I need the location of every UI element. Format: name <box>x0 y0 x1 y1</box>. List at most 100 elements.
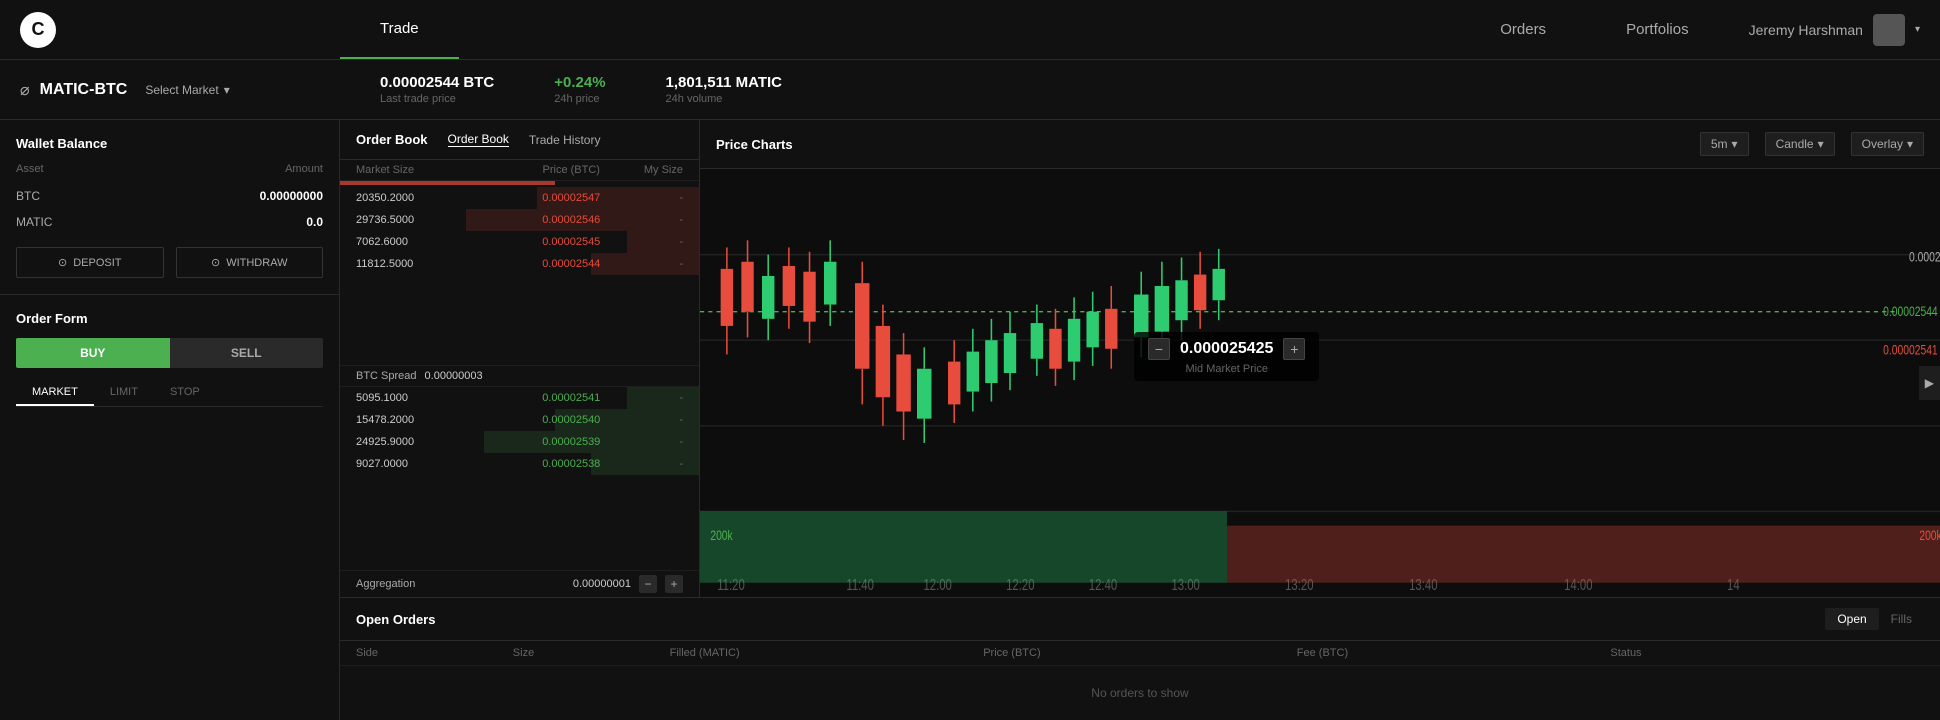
app-logo[interactable]: C <box>20 12 56 48</box>
orders-col-size: Size <box>513 647 670 659</box>
market-pair-area: ⌀ MATIC-BTC Select Market ▾ <box>20 79 360 101</box>
sell-size-3: 7062.6000 <box>356 236 500 248</box>
order-type-tabs: MARKET LIMIT STOP <box>16 380 323 407</box>
asset-header: Asset Amount <box>16 163 323 175</box>
orders-col-filled: Filled (MATIC) <box>670 647 984 659</box>
sell-my-1: - <box>643 192 683 204</box>
mid-price-label: Mid Market Price <box>1148 363 1305 375</box>
col-asset-label: Asset <box>16 163 44 175</box>
trade-history-tab[interactable]: Trade History <box>529 133 601 147</box>
buy-row-2[interactable]: 15478.2000 0.00002540 - <box>340 409 699 431</box>
order-book-panel: Order Book Order Book Trade History Mark… <box>340 120 700 597</box>
buy-size-3: 24925.9000 <box>356 436 500 448</box>
nav-trade[interactable]: Trade <box>340 0 459 59</box>
last-trade-label: Last trade price <box>380 93 494 105</box>
wallet-actions: ⊙ DEPOSIT ⊙ WITHDRAW <box>16 247 323 278</box>
btc-amount: 0.00000000 <box>260 189 323 203</box>
buy-price-2: 0.00002540 <box>500 414 644 426</box>
market-bar: ⌀ MATIC-BTC Select Market ▾ 0.00002544 B… <box>0 60 1940 120</box>
buy-my-4: - <box>643 458 683 470</box>
overlay-button[interactable]: Overlay ▾ <box>1851 132 1924 156</box>
col-price: Price (BTC) <box>500 164 644 176</box>
nav-portfolios[interactable]: Portfolios <box>1586 0 1729 59</box>
stat-24h-price: +0.24% 24h price <box>554 74 605 105</box>
open-fills-tabs: Open Fills <box>1825 608 1924 630</box>
order-type-stop[interactable]: STOP <box>154 380 216 406</box>
sell-row-4[interactable]: 11812.5000 0.00002544 - <box>340 253 699 275</box>
chart-area: 11:20 11:40 12:00 12:20 12:40 13:00 13:2… <box>700 169 1940 597</box>
sell-tab[interactable]: SELL <box>170 338 324 368</box>
buy-row-3[interactable]: 24925.9000 0.00002539 - <box>340 431 699 453</box>
fills-tab[interactable]: Fills <box>1879 608 1924 630</box>
aggregation-value: 0.00000001 <box>573 578 631 590</box>
chart-type-button[interactable]: Candle ▾ <box>1765 132 1835 156</box>
user-avatar <box>1873 14 1905 46</box>
user-area[interactable]: Jeremy Harshman ▾ <box>1729 0 1940 59</box>
spread-value: 0.00000003 <box>425 370 483 382</box>
svg-text:0.00002541: 0.00002541 <box>1883 342 1938 358</box>
24h-volume-label: 24h volume <box>666 93 782 105</box>
col-amount-label: Amount <box>285 163 323 175</box>
agg-plus-button[interactable]: + <box>665 575 683 593</box>
mid-price-minus[interactable]: − <box>1148 338 1170 360</box>
buy-row-4[interactable]: 9027.0000 0.00002538 - <box>340 453 699 475</box>
sell-row-2[interactable]: 29736.5000 0.00002546 - <box>340 209 699 231</box>
nav-orders[interactable]: Orders <box>1460 0 1586 59</box>
wallet-balance-section: Wallet Balance Asset Amount BTC 0.000000… <box>0 120 339 295</box>
deposit-label: DEPOSIT <box>73 257 121 269</box>
chart-expand-button[interactable]: ▶ <box>1919 366 1940 400</box>
buy-row-1[interactable]: 5095.1000 0.00002541 - <box>340 387 699 409</box>
deposit-button[interactable]: ⊙ DEPOSIT <box>16 247 164 278</box>
sell-my-2: - <box>643 214 683 226</box>
sell-size-1: 20350.2000 <box>356 192 500 204</box>
mid-price-plus[interactable]: + <box>1283 338 1305 360</box>
sell-size-4: 11812.5000 <box>356 258 500 270</box>
sell-row-1[interactable]: 20350.2000 0.00002547 - <box>340 187 699 209</box>
sell-price-3: 0.00002545 <box>500 236 644 248</box>
24h-volume-value: 1,801,511 MATIC <box>666 74 782 91</box>
candlestick-chart: 11:20 11:40 12:00 12:20 12:40 13:00 13:2… <box>700 169 1940 597</box>
deposit-icon: ⊙ <box>58 256 67 269</box>
orders-col-fee: Fee (BTC) <box>1297 647 1611 659</box>
withdraw-button[interactable]: ⊙ WITHDRAW <box>176 247 324 278</box>
sell-price-1: 0.00002547 <box>500 192 644 204</box>
svg-text:200k: 200k <box>710 527 733 543</box>
logo-area: C <box>0 0 340 59</box>
open-orders-panel: Open Orders Open Fills Side Size Filled … <box>340 597 1940 720</box>
buy-size-1: 5095.1000 <box>356 392 500 404</box>
mid-price-value: 0.000025425 <box>1180 340 1273 358</box>
buy-sell-tabs: BUY SELL <box>16 338 323 368</box>
agg-minus-button[interactable]: − <box>639 575 657 593</box>
orders-empty: No orders to show <box>340 666 1940 720</box>
center-panel: Order Book Order Book Trade History Mark… <box>340 120 1940 720</box>
order-type-market[interactable]: MARKET <box>16 380 94 406</box>
sell-row-3[interactable]: 7062.6000 0.00002545 - <box>340 231 699 253</box>
sell-my-4: - <box>643 258 683 270</box>
asset-row-btc: BTC 0.00000000 <box>16 183 323 209</box>
asset-row-matic: MATIC 0.0 <box>16 209 323 235</box>
price-charts-title: Price Charts <box>716 137 793 152</box>
order-book-charts-row: Order Book Order Book Trade History Mark… <box>340 120 1940 597</box>
link-icon: ⌀ <box>20 80 30 100</box>
spread-label: BTC Spread <box>356 370 417 382</box>
open-orders-title: Open Orders <box>356 612 435 627</box>
buy-my-1: - <box>643 392 683 404</box>
order-type-limit[interactable]: LIMIT <box>94 380 154 406</box>
wallet-balance-title: Wallet Balance <box>16 136 323 151</box>
timeframe-button[interactable]: 5m ▾ <box>1700 132 1749 156</box>
buy-tab[interactable]: BUY <box>16 338 170 368</box>
orders-col-status: Status <box>1610 647 1924 659</box>
open-tab[interactable]: Open <box>1825 608 1878 630</box>
col-market-size: Market Size <box>356 164 500 176</box>
order-form-title: Order Form <box>16 311 323 326</box>
sell-size-2: 29736.5000 <box>356 214 500 226</box>
buy-size-4: 9027.0000 <box>356 458 500 470</box>
nav-links: Trade Orders Portfolios <box>340 0 1729 59</box>
ob-buy-rows: 5095.1000 0.00002541 - 15478.2000 0.0000… <box>340 387 699 571</box>
svg-text:200k: 200k <box>1919 527 1940 543</box>
order-book-tab[interactable]: Order Book <box>448 132 509 147</box>
select-market-button[interactable]: Select Market ▾ <box>137 79 237 101</box>
charts-header: Price Charts 5m ▾ Candle ▾ Overlay ▾ <box>700 120 1940 169</box>
sell-my-3: - <box>643 236 683 248</box>
select-market-dropdown-icon: ▾ <box>224 83 230 97</box>
